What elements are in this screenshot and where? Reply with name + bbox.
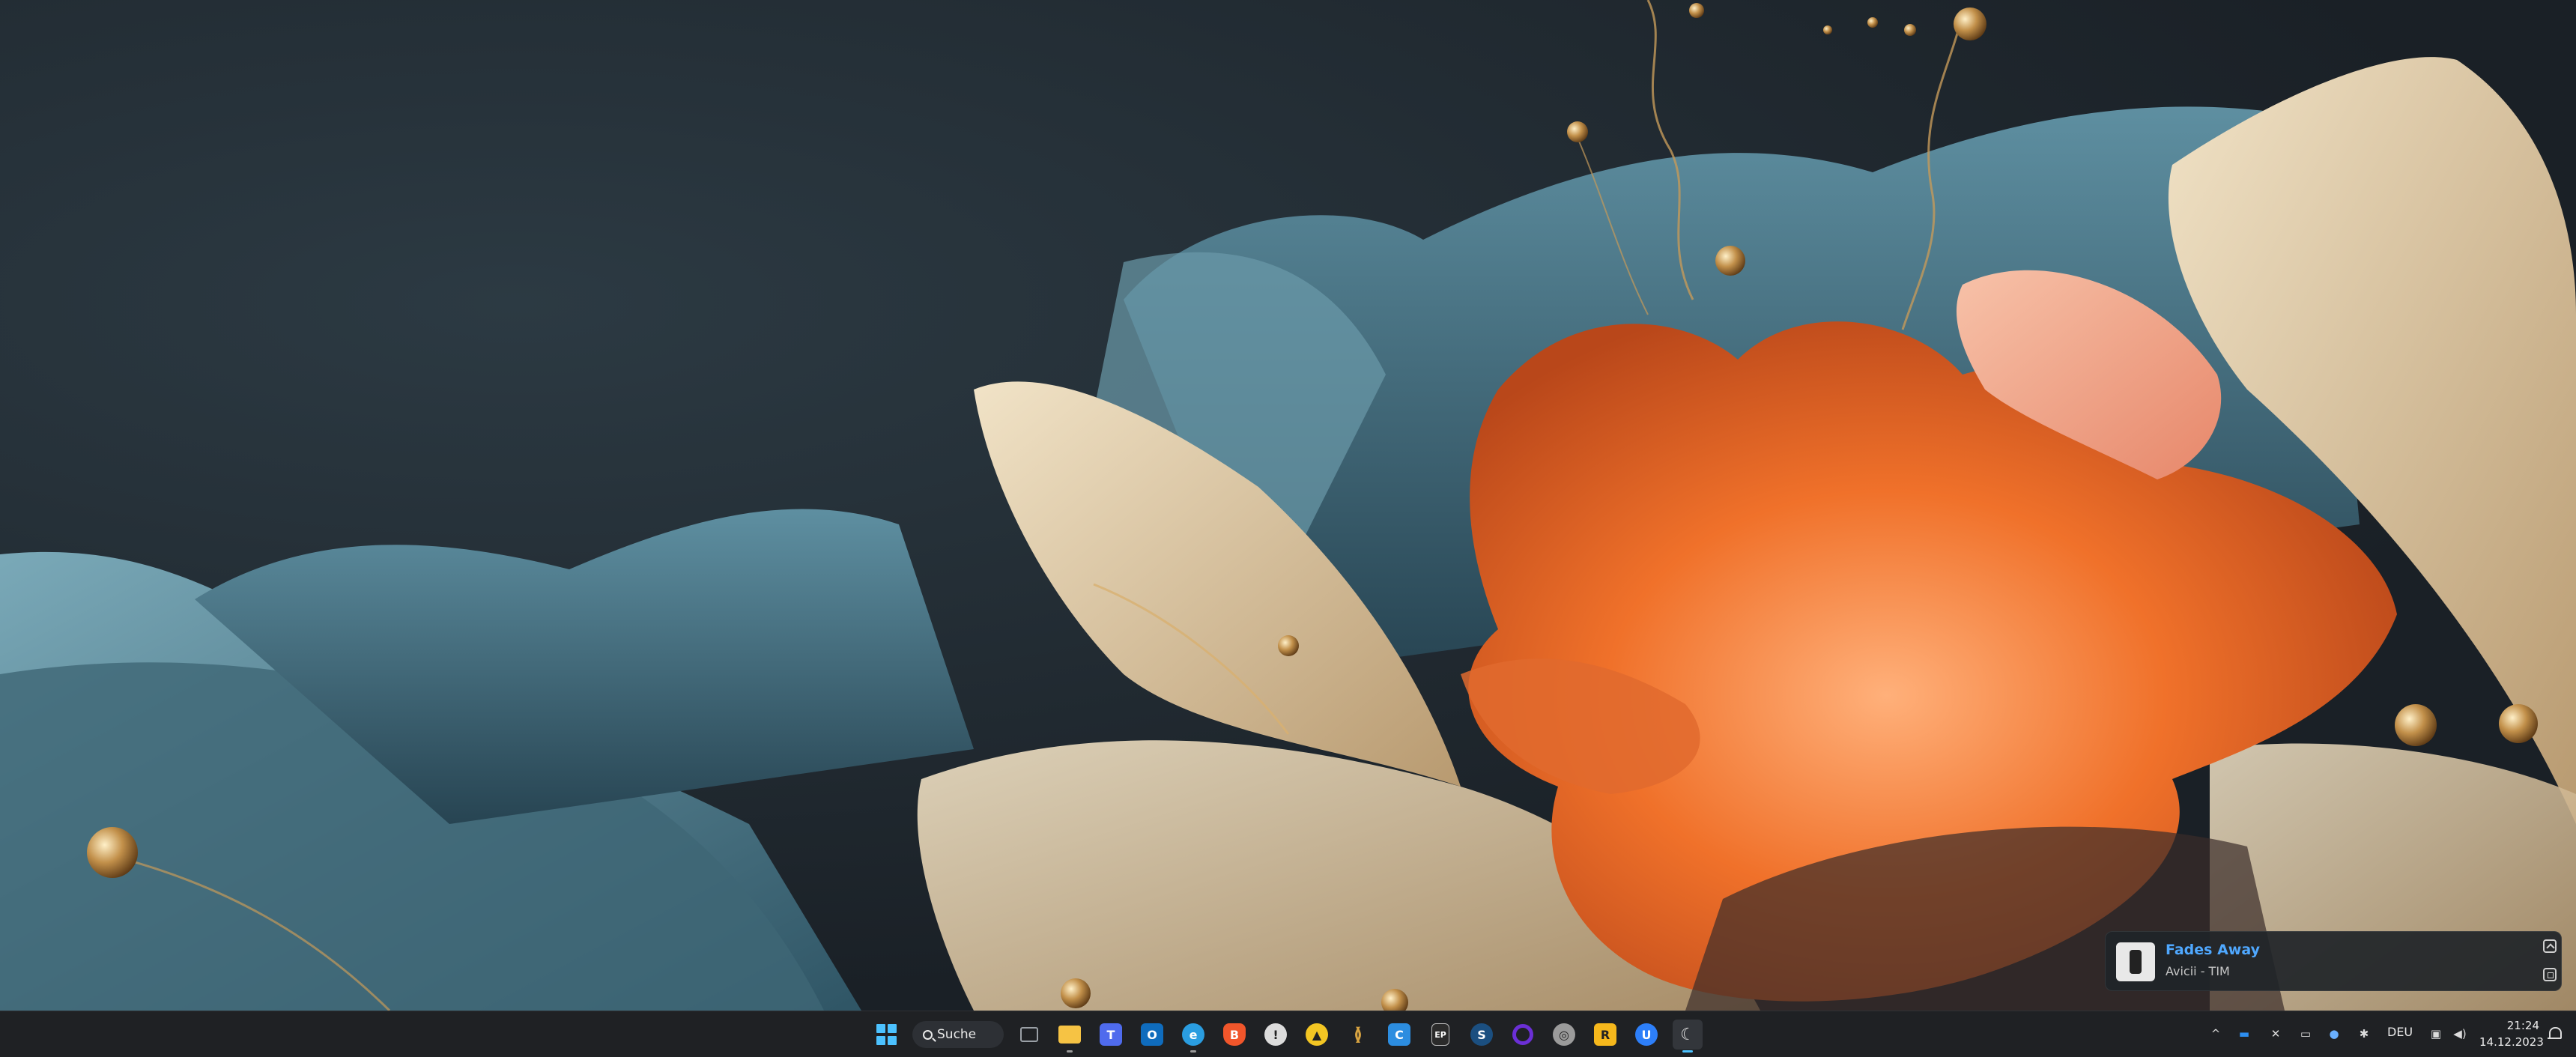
media-track-artist: Avicii - TIM xyxy=(2166,964,2230,978)
triangle-app-icon: ▲ xyxy=(1306,1023,1328,1046)
media-collapse-button[interactable] xyxy=(2543,939,2557,953)
running-indicator xyxy=(1067,1050,1073,1053)
taskbar-rockstar[interactable]: R xyxy=(1590,1020,1620,1050)
clock-time: 21:24 xyxy=(2506,1019,2539,1032)
task-view-icon xyxy=(1020,1027,1038,1042)
taskbar-teams[interactable]: T xyxy=(1096,1020,1126,1050)
tray-overflow-chevron-icon[interactable]: ^ xyxy=(2207,1025,2225,1043)
tray-app-blue-icon[interactable]: ▬ xyxy=(2235,1025,2253,1043)
media-track-title[interactable]: Fades Away xyxy=(2166,942,2260,958)
taskbar-outlook[interactable]: O xyxy=(1137,1020,1167,1050)
tray-mute-mic-icon[interactable]: ✕ xyxy=(2267,1025,2285,1043)
app-circle-icon: ! xyxy=(1264,1023,1287,1046)
c-app-icon: C xyxy=(1388,1023,1410,1046)
outlook-icon: O xyxy=(1141,1023,1163,1046)
media-player-widget[interactable]: Fades Away Avicii - TIM xyxy=(2105,931,2562,991)
task-view-button[interactable] xyxy=(1014,1020,1044,1050)
search-icon xyxy=(923,1029,933,1040)
epic-games-icon: EP xyxy=(1431,1023,1449,1046)
network-icon[interactable]: ▣ xyxy=(2427,1025,2445,1043)
search-label: Suche xyxy=(937,1027,977,1042)
album-art[interactable] xyxy=(2116,942,2155,981)
running-indicator xyxy=(1190,1050,1196,1053)
active-indicator xyxy=(1682,1050,1693,1053)
rockstar-icon: R xyxy=(1594,1023,1616,1046)
taskbar-clock[interactable]: 21:24 14.12.2023 xyxy=(2479,1017,2544,1050)
taskbar-triangle-app[interactable]: ▲ xyxy=(1302,1020,1332,1050)
desktop-wallpaper xyxy=(0,0,2576,1011)
volume-icon[interactable]: ◀) xyxy=(2451,1025,2469,1043)
taskbar-active-app[interactable]: ☾ xyxy=(1673,1020,1703,1053)
tray-steam-icon[interactable]: ● xyxy=(2325,1025,2343,1043)
brave-icon: B xyxy=(1223,1023,1246,1046)
teams-icon: T xyxy=(1100,1023,1122,1046)
media-expand-button[interactable] xyxy=(2543,968,2557,981)
taskbar-audio-app[interactable]: ≬ xyxy=(1343,1020,1373,1050)
ring-app-icon xyxy=(1512,1024,1533,1045)
audio-app-icon: ≬ xyxy=(1354,1024,1363,1045)
taskbar-brave[interactable]: B xyxy=(1219,1020,1249,1050)
input-language[interactable]: DEU xyxy=(2387,1025,2413,1039)
steam-icon: S xyxy=(1470,1023,1493,1046)
ubisoft-icon: U xyxy=(1635,1023,1658,1046)
tray-battery-icon[interactable]: ▭ xyxy=(2297,1025,2315,1043)
taskbar-edge[interactable]: e xyxy=(1178,1020,1208,1053)
notification-bell-icon[interactable] xyxy=(2547,1026,2562,1042)
taskbar-ubisoft[interactable]: U xyxy=(1631,1020,1661,1050)
taskbar-file-explorer[interactable] xyxy=(1055,1020,1085,1053)
taskbar-steam[interactable]: S xyxy=(1467,1020,1497,1050)
clock-date: 14.12.2023 xyxy=(2479,1035,2544,1049)
taskbar-search[interactable]: Suche xyxy=(912,1021,1004,1048)
start-button[interactable] xyxy=(871,1020,901,1050)
taskbar-epic-games[interactable]: EP xyxy=(1425,1020,1455,1050)
taskbar-c-app[interactable]: C xyxy=(1384,1020,1414,1050)
taskbar-ring-app[interactable] xyxy=(1508,1020,1538,1050)
taskbar-app-circle[interactable]: ! xyxy=(1261,1020,1291,1050)
taskbar-gog[interactable]: ◎ xyxy=(1549,1020,1579,1050)
windows-start-icon xyxy=(875,1023,897,1046)
gog-icon: ◎ xyxy=(1553,1023,1575,1046)
tray-bluetooth-icon[interactable]: ✱ xyxy=(2355,1025,2373,1043)
taskbar: Suche T O e B ! ▲ ≬ C EP S ◎ R U ☾ ^ ▬ ✕… xyxy=(0,1011,2576,1057)
edge-icon: e xyxy=(1182,1023,1204,1046)
active-app-icon: ☾ xyxy=(1680,1025,1695,1044)
wallpaper-artwork xyxy=(0,0,2576,1011)
folder-icon xyxy=(1058,1026,1081,1044)
